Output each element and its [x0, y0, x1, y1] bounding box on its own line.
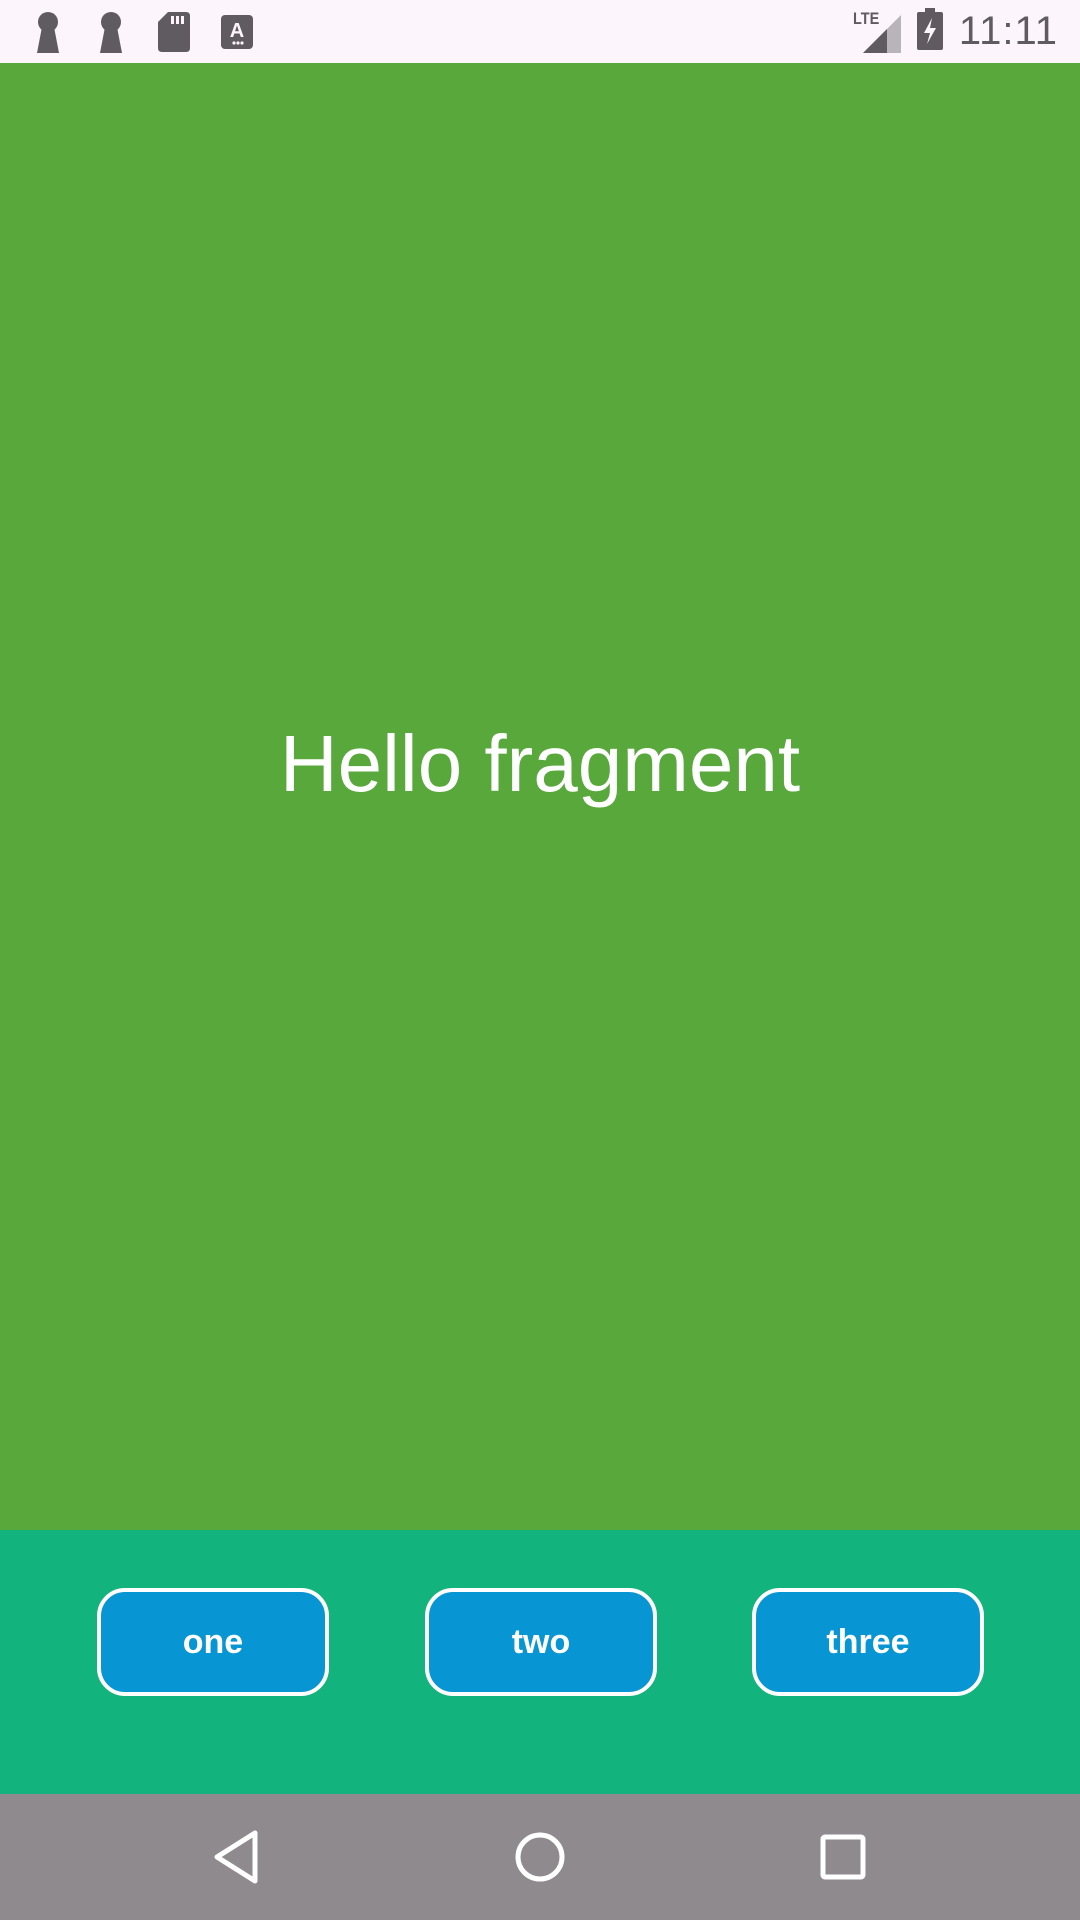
two-button[interactable]: two — [425, 1588, 657, 1696]
back-icon[interactable] — [201, 1822, 271, 1892]
navigation-bar — [0, 1794, 1080, 1920]
fragment-text: Hello fragment — [279, 718, 801, 808]
recents-icon[interactable] — [808, 1822, 878, 1892]
keyhole-icon — [30, 11, 66, 53]
app-screen: A LTE 11:11 Hello fragment one two three — [0, 0, 1080, 1920]
keyhole-icon — [93, 11, 129, 53]
svg-text:A: A — [230, 20, 244, 42]
three-button[interactable]: three — [752, 1588, 984, 1696]
sd-card-icon — [156, 11, 192, 53]
fragment-container: Hello fragment — [0, 63, 1080, 1530]
status-clock: 11:11 — [958, 8, 1058, 53]
status-system-icons: LTE 11:11 — [853, 6, 1058, 56]
keyboard-a-icon: A — [219, 11, 255, 53]
status-bar: A LTE 11:11 — [0, 0, 1080, 63]
status-notification-icons: A — [30, 10, 282, 54]
one-button[interactable]: one — [97, 1588, 329, 1696]
home-icon[interactable] — [505, 1822, 575, 1892]
button-bar: one two three — [0, 1530, 1080, 1794]
lte-signal-icon: LTE — [853, 9, 901, 53]
battery-charging-icon — [916, 7, 943, 55]
